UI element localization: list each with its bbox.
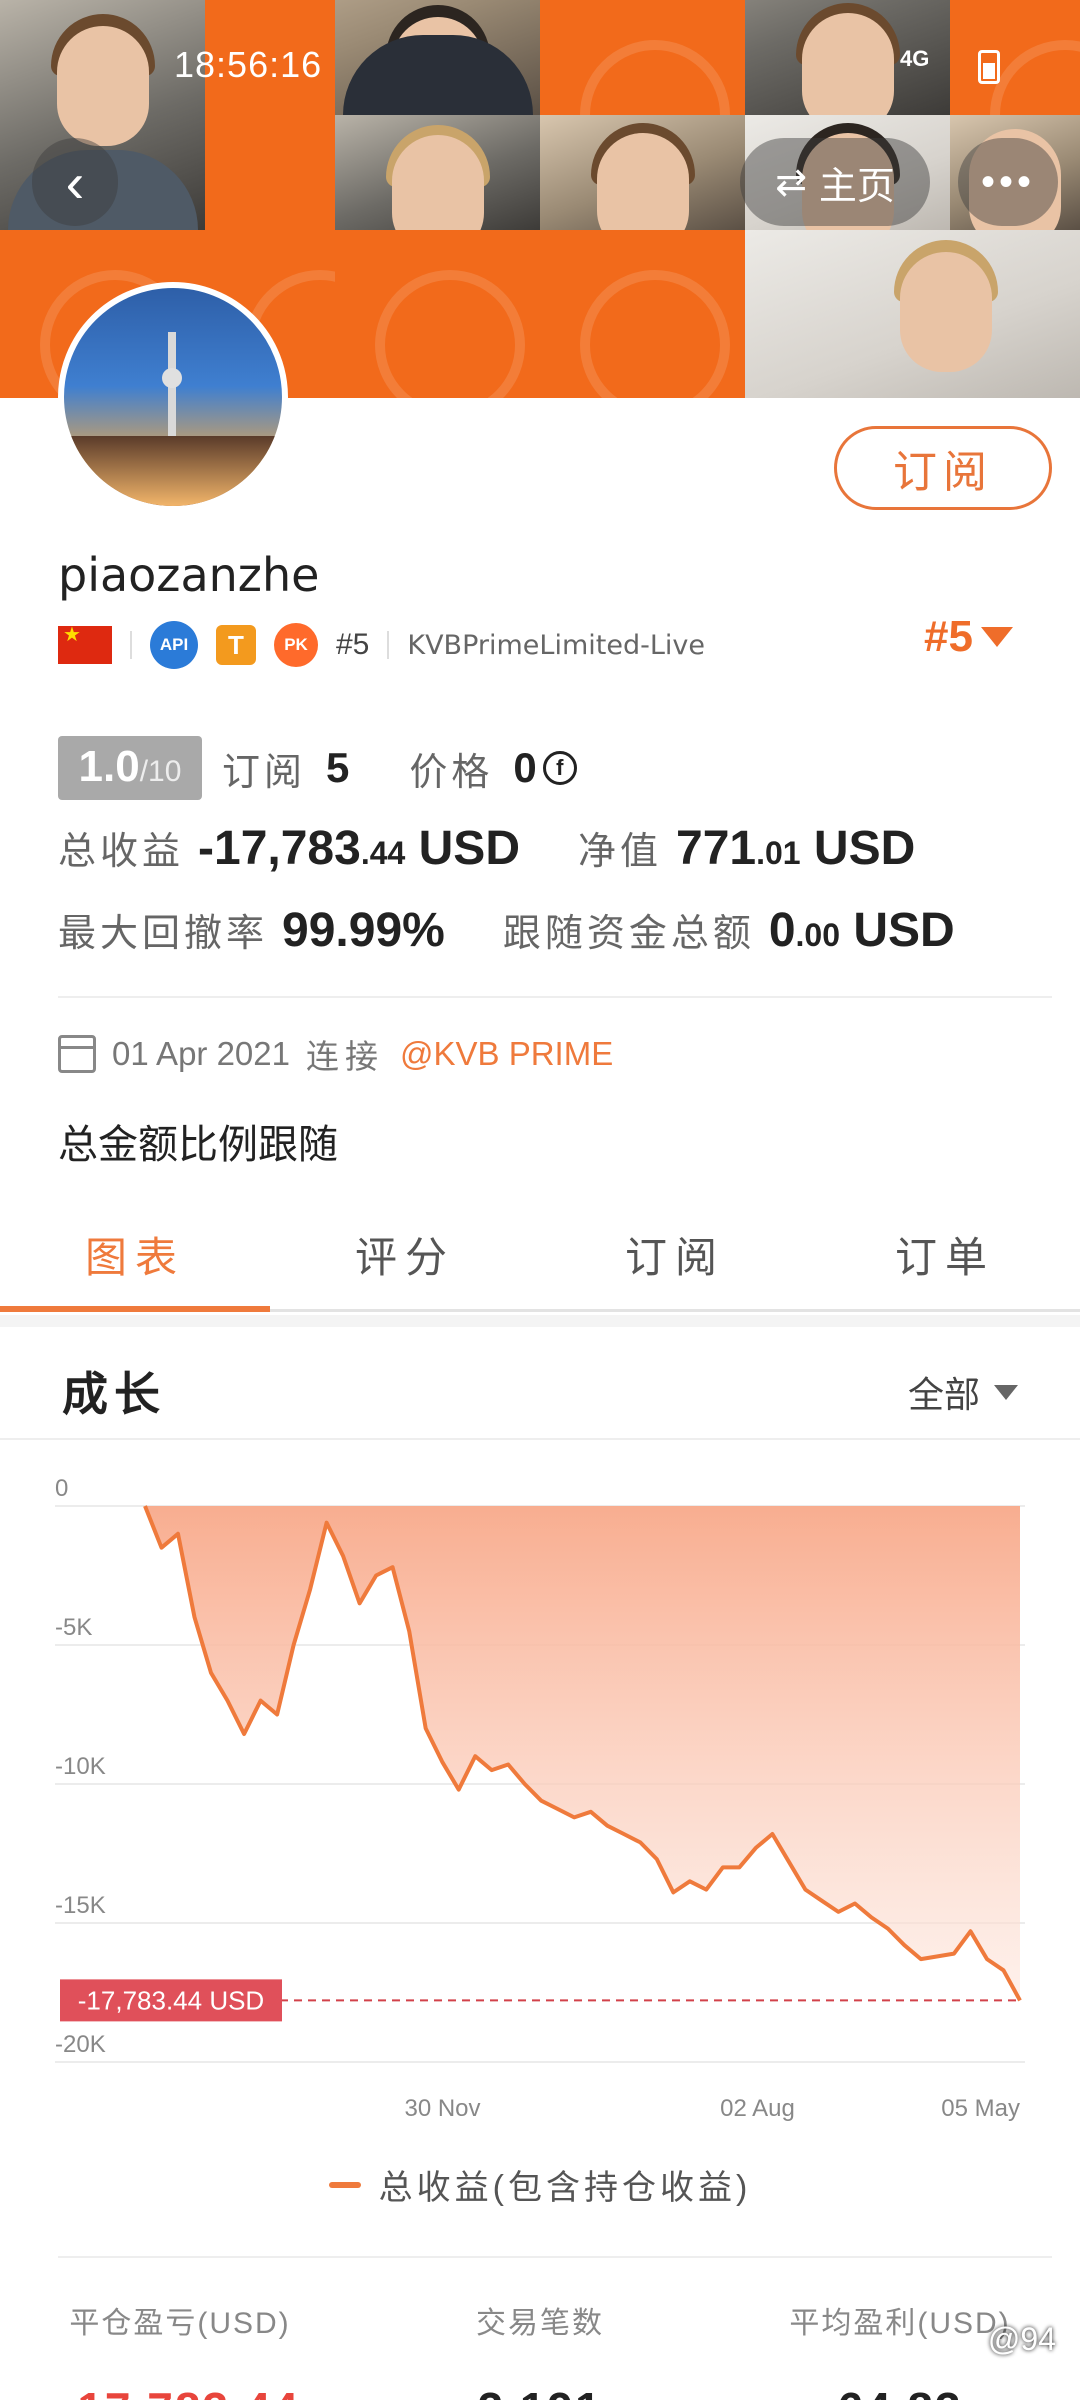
tab-bar: 图表 评分 订阅 订单 [0, 1200, 1080, 1312]
rank-small: #5 [336, 628, 370, 661]
header-tile [540, 230, 745, 398]
tab-subscriptions[interactable]: 订阅 [540, 1200, 810, 1309]
api-badge: API [150, 621, 198, 669]
header-photo [335, 0, 540, 115]
tab-orders[interactable]: 订单 [810, 1200, 1080, 1309]
stat-trade-count: 交易笔数 2,191 [360, 2298, 720, 2400]
equity-label: 净值 [577, 831, 662, 873]
calendar-icon [58, 1035, 96, 1073]
max-drawdown-label: 最大回撤率 [58, 913, 269, 955]
y-tick-label: -15K [55, 1892, 106, 1919]
divider [130, 631, 132, 659]
header-photo [540, 115, 745, 230]
score-max: /10 [139, 755, 182, 788]
connect-row: 01 Apr 2021 连接 @KVB PRIME [58, 1030, 613, 1078]
rank-value: #5 [924, 612, 973, 661]
drawdown-row: 最大回撤率 99.99% 跟随资金总额 0.00 USD [58, 902, 955, 958]
header-tile [335, 230, 540, 398]
y-tick-label: 0 [55, 1475, 68, 1502]
max-drawdown-value: 99.99% [282, 904, 445, 957]
divider [387, 631, 390, 659]
stat-closed-pnl: 平仓盈亏(USD) -17,783.44 [0, 2298, 360, 2400]
tab-rating[interactable]: 评分 [270, 1200, 540, 1309]
status-time: 18:56:16 [174, 44, 323, 85]
username: piaozanzhe [58, 548, 320, 602]
subscribe-count: 5 [326, 744, 350, 791]
stat-label: 交易笔数 [476, 2307, 604, 2340]
y-tick-label: -10K [55, 1753, 106, 1780]
header-photo [745, 230, 1080, 398]
growth-chart: 0 -5K -10K -15K -20K 30 Nov 02 Aug 05 May -17,78… [55, 1475, 1025, 2122]
stat-value: 2,191 [360, 2382, 720, 2400]
header-tile [540, 0, 745, 190]
total-profit-label: 总收益 [58, 831, 185, 873]
caret-down-icon [980, 627, 1013, 647]
rank-dropdown[interactable]: #5 [924, 612, 1013, 662]
follow-total-value: 0.00 USD [768, 904, 955, 957]
connect-date: 01 Apr 2021 [112, 1035, 290, 1072]
chart-legend: 总收益(包含持仓收益) [0, 2160, 1080, 2209]
equity-value: 771.01 USD [676, 822, 916, 875]
x-tick-label: 02 Aug [720, 2095, 795, 2122]
price-value: 0 [513, 744, 537, 791]
stat-value: -17,783.44 [0, 2382, 360, 2400]
broker-link[interactable]: @KVB PRIME [400, 1035, 613, 1073]
series-area [145, 1506, 1020, 2001]
legend-swatch [328, 2181, 361, 2188]
swap-arrows-icon: ⇄ [775, 161, 807, 204]
divider [58, 996, 1052, 998]
score-value: 1.0 [78, 742, 140, 791]
home-button[interactable]: ⇄ 主页 [740, 138, 930, 226]
connect-label: 连接 [306, 1038, 384, 1075]
subscribe-button[interactable]: 订阅 [834, 426, 1052, 510]
follow-total-label: 跟随资金总额 [502, 913, 755, 955]
y-tick-label: -5K [55, 1614, 92, 1641]
x-tick-label: 05 May [941, 2095, 1020, 2122]
score-row: 1.0 /10 订阅 5 价格 0 f [58, 736, 577, 800]
pk-badge: PK [274, 623, 318, 667]
growth-section-header: 成长 全部 [0, 1328, 1080, 1440]
header-tile [950, 0, 1080, 190]
t-badge: T [216, 625, 256, 665]
section-separator [0, 1315, 1080, 1327]
back-button[interactable]: ‹ [32, 138, 118, 226]
profit-row: 总收益 -17,783.44 USD 净值 771.01 USD [58, 820, 915, 876]
badge-row: API T PK #5 KVBPrimeLimited-Live [58, 620, 705, 670]
summary-stats: 平仓盈亏(USD) -17,783.44 交易笔数 2,191 平均盈利(USD… [0, 2298, 1080, 2400]
battery-icon [978, 50, 1000, 84]
follow-mode: 总金额比例跟随 [58, 1123, 338, 1167]
y-tick-label: -20K [55, 2031, 106, 2058]
tab-chart[interactable]: 图表 [0, 1200, 270, 1312]
price-label: 价格 [409, 751, 494, 794]
coin-icon: f [542, 751, 577, 785]
caret-down-icon [994, 1384, 1019, 1400]
more-dots-icon: ••• [980, 159, 1035, 204]
china-flag-icon [58, 622, 112, 664]
range-value: 全部 [908, 1374, 981, 1415]
header-photo [335, 115, 540, 230]
broker-name: KVBPrimeLimited-Live [407, 629, 705, 661]
watermark: @94 [987, 2321, 1056, 2357]
stat-value: 64.83 [720, 2382, 1080, 2400]
section-title: 成长 [62, 1368, 166, 1420]
avatar[interactable] [58, 282, 288, 512]
legend-label: 总收益(包含持仓收益) [378, 2169, 752, 2207]
subscribe-count-label: 订阅 [222, 751, 307, 794]
back-arrow-icon: ‹ [65, 150, 85, 214]
divider [58, 2256, 1052, 2258]
current-value-label: -17,783.44 USD [78, 1985, 264, 2015]
x-tick-label: 30 Nov [404, 2095, 480, 2122]
network-indicator: 4G [900, 46, 930, 71]
range-dropdown[interactable]: 全部 [908, 1366, 1019, 1418]
home-label: 主页 [818, 165, 895, 208]
score-badge: 1.0 /10 [58, 736, 202, 800]
total-profit-value: -17,783.44 USD [198, 822, 520, 875]
more-button[interactable]: ••• [958, 138, 1058, 226]
stat-label: 平仓盈亏(USD) [69, 2307, 291, 2340]
